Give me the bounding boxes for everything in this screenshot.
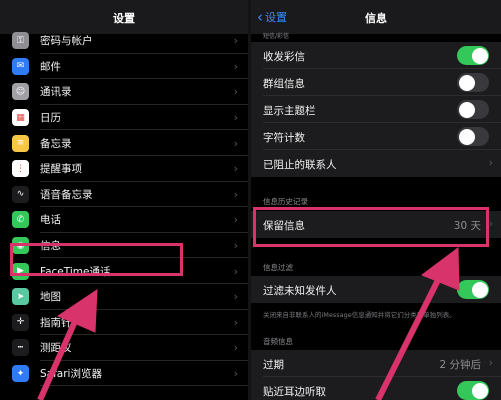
section-filter: 过滤未知发件人 [251,276,501,303]
raise-to-listen-label: 贴近耳边听取 [263,386,326,398]
chevron-right-icon: › [233,59,238,73]
row-separator [40,385,248,387]
settings-row[interactable]: ≡ 备忘录 › [0,130,248,156]
settings-row[interactable]: ✆ 电话 › [0,207,248,233]
toggle-switch[interactable] [457,46,489,65]
toggle-knob [458,101,475,118]
chevron-right-icon: › [233,111,238,125]
toggle-knob [471,47,488,64]
toggle-switch[interactable] [457,127,489,146]
chevron-right-icon: › [233,136,238,150]
expire-row[interactable]: 过期 2 分钟后 › [251,350,501,377]
settings-row[interactable]: ☺ 通讯录 › [0,79,248,105]
settings-row[interactable]: ┅ 测距仪 › [0,335,248,361]
section-audio: 过期 2 分钟后 › 贴近耳边听取 [251,350,501,400]
message-setting-label: 群组信息 [263,78,305,90]
settings-row-label: 密码与帐户 [40,35,93,48]
settings-row-label: 地图 [40,291,61,304]
chevron-right-icon: › [233,187,238,201]
settings-row-label: 测距仪 [40,342,72,355]
chevron-right-icon: › [488,156,493,169]
chevron-right-icon: › [488,356,493,369]
settings-row-label: 电话 [40,214,61,227]
compass-icon: ✛ [12,313,29,331]
toggle-knob [458,74,475,91]
settings-row[interactable]: ⋮ 提醒事项 › [0,156,248,182]
toggle-switch[interactable] [457,73,489,92]
section-sms: 收发彩信群组信息显示主题栏字符计数已阻止的联系人 › [251,42,501,177]
highlight-box-keep-messages [253,207,489,247]
settings-row-label: 通讯录 [40,86,72,99]
notes-icon: ≡ [12,134,29,152]
settings-row-label: 提醒事项 [40,163,82,176]
chevron-right-icon: › [233,85,238,99]
chevron-right-icon: › [233,264,238,278]
calendar-icon: ▦ [12,109,29,127]
settings-row-label: 日历 [40,112,61,125]
chevron-right-icon: › [233,213,238,227]
expire-label: 过期 [263,359,284,371]
settings-row[interactable]: ∿ 语音备忘录 › [0,182,248,208]
safari-icon: ✦ [12,365,29,383]
chevron-right-icon: › [233,341,238,355]
settings-row[interactable]: ▦ 日历 › [0,105,248,131]
expire-value: 2 分钟后 [439,359,481,371]
measure-icon: ┅ [12,339,29,357]
messages-navbar: ‹ 设置 信息 [251,0,501,34]
message-setting-label: 已阻止的联系人 [263,159,337,171]
settings-row[interactable]: ✛ 指南针 › [0,310,248,336]
mail-icon: ✉ [12,57,29,75]
settings-row[interactable]: ✉ 邮件 › [0,54,248,80]
toggle-switch[interactable] [457,100,489,119]
maps-icon: ➤ [12,288,29,306]
chevron-right-icon: › [233,315,238,329]
section-header-audio: 音频信息 [263,337,293,346]
settings-row-label: Safari浏览器 [40,368,102,381]
message-setting-label: 字符计数 [263,132,305,144]
section-header-history: 信息历史记录 [263,197,308,206]
settings-row[interactable]: ➤ 地图 › [0,284,248,310]
phone-icon: ✆ [12,211,29,229]
page-title: 设置 [113,12,135,25]
filter-unknown-row: 过滤未知发件人 [251,276,501,303]
chevron-right-icon: › [233,290,238,304]
message-setting-row: 字符计数 [251,123,501,150]
message-setting-row[interactable]: 已阻止的联系人 › [251,150,501,177]
settings-row-label: 指南针 [40,316,72,329]
message-setting-label: 收发彩信 [263,51,305,63]
chevron-right-icon: › [488,217,493,230]
toggle-knob [471,382,488,399]
toggle-knob [458,128,475,145]
settings-row-label: 邮件 [40,60,61,73]
settings-row[interactable]: ⚿ 密码与帐户 › [0,28,248,54]
filter-unknown-toggle[interactable] [457,280,489,299]
key-icon: ⚿ [12,32,29,50]
filter-footnote: 关闭来自非联系人的iMessage信息通知并将它们分类到单独列表。 [263,311,456,319]
message-setting-row: 显示主题栏 [251,96,501,123]
message-setting-label: 显示主题栏 [263,105,316,117]
settings-pane: 设置 ⚿ 密码与帐户 › ✉ 邮件 › ☺ 通讯录 › ▦ 日历 › ≡ 备忘录 › ⋮ 提醒事项 › ∿ 语音备忘录… [0,0,248,400]
section-header-filter: 信息过滤 [263,263,293,272]
highlight-box-messages [10,243,183,276]
message-setting-row: 群组信息 [251,69,501,96]
settings-row[interactable]: ✦ Safari浏览器 › [0,361,248,387]
page-title: 信息 [365,12,387,25]
raise-to-listen-toggle[interactable] [457,381,489,400]
toggle-knob [471,281,488,298]
chevron-right-icon: › [233,239,238,253]
settings-row-label: 语音备忘录 [40,188,93,201]
section-header-sms: 短信/彩信 [263,33,290,40]
voice-memos-icon: ∿ [12,185,29,203]
messages-pane: ‹ 设置 信息 短信/彩信 收发彩信 群组信息 显示主题栏 字符计数 已阻止的联系人 › … [251,0,501,400]
chevron-right-icon: › [233,34,238,48]
filter-unknown-label: 过滤未知发件人 [263,285,337,297]
settings-row-label: 备忘录 [40,137,72,150]
message-setting-row: 收发彩信 [251,42,501,69]
raise-to-listen-row: 贴近耳边听取 [251,377,501,400]
chevron-right-icon: › [233,367,238,381]
chevron-right-icon: › [233,162,238,176]
reminders-icon: ⋮ [12,160,29,178]
contacts-icon: ☺ [12,83,29,101]
